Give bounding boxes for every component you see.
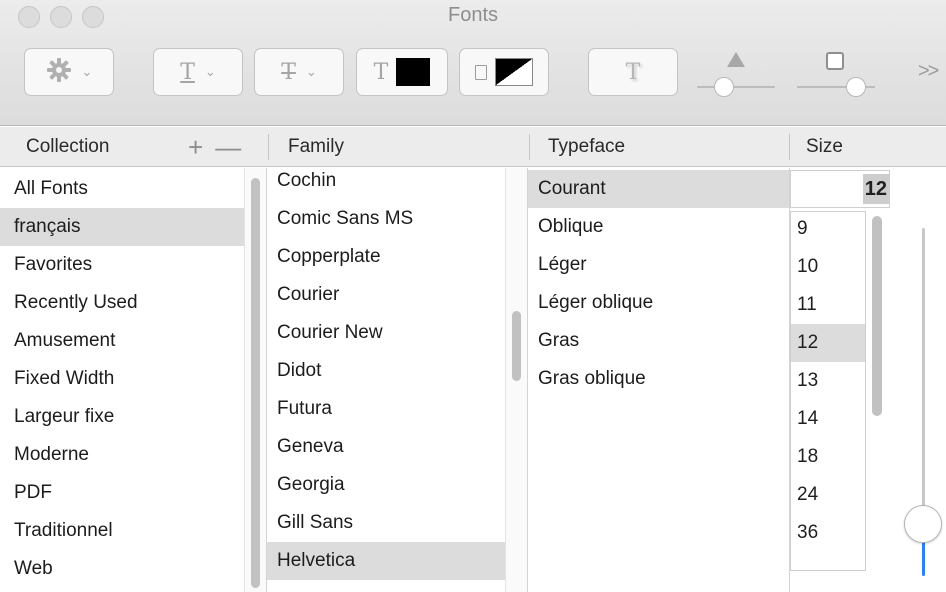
size-item[interactable]: 14 [791, 400, 865, 438]
shadow-opacity-icon [727, 52, 745, 67]
size-item[interactable]: 36 [791, 514, 865, 552]
family-item[interactable]: Courier [267, 276, 505, 314]
size-item[interactable]: 9 [791, 212, 865, 248]
underline-icon: T [180, 59, 195, 85]
document-color-button[interactable] [459, 48, 549, 96]
family-item[interactable]: Futura [267, 390, 505, 428]
text-color-icon: T [373, 59, 389, 85]
family-header[interactable]: Family [288, 127, 344, 167]
size-item[interactable]: 18 [791, 438, 865, 476]
family-item[interactable]: Didot [267, 352, 505, 390]
collection-scroll-thumb[interactable] [251, 178, 260, 588]
size-item[interactable]: 12 [791, 324, 865, 362]
shadow-opacity-slider-knob[interactable] [714, 77, 735, 97]
collection-item[interactable]: Largeur fixe [0, 398, 244, 436]
document-color-swatch [495, 58, 533, 86]
text-shadow-icon: T [625, 59, 641, 85]
typeface-item[interactable]: Léger [528, 246, 789, 284]
typeface-item[interactable]: Léger oblique [528, 284, 789, 322]
typeface-item[interactable]: Oblique [528, 208, 789, 246]
size-list[interactable]: 9 10 11 12 13 14 18 24 36 [790, 211, 866, 571]
collection-item[interactable]: Recently Used [0, 284, 244, 322]
collection-item[interactable]: Web [0, 550, 244, 588]
size-slider-knob[interactable] [904, 504, 942, 543]
family-scrollbar[interactable] [505, 168, 527, 592]
family-item[interactable]: Courier New [267, 314, 505, 352]
collection-item[interactable]: PDF [0, 474, 244, 512]
toolbar-overflow-button[interactable]: >> [918, 60, 939, 83]
collection-item[interactable]: Amusement [0, 322, 244, 360]
size-field[interactable]: 12 [790, 170, 890, 208]
size-item[interactable]: 10 [791, 248, 865, 286]
family-item[interactable]: Cochin [267, 162, 505, 200]
typeface-item[interactable]: Gras [528, 322, 789, 360]
chevron-down-icon: ⌄ [305, 64, 317, 79]
shadow-blur-slider-knob[interactable] [845, 77, 866, 97]
collection-controls: + — [188, 128, 241, 166]
collection-item[interactable]: All Fonts [0, 170, 244, 208]
strikethrough-icon: T [281, 59, 296, 85]
typeface-item[interactable]: Courant [528, 170, 789, 208]
typeface-header[interactable]: Typeface [548, 127, 625, 167]
text-color-swatch [396, 58, 431, 86]
remove-collection-button[interactable]: — [215, 132, 241, 163]
chevron-down-icon: ⌄ [81, 64, 93, 79]
window-title: Fonts [447, 4, 499, 26]
family-item[interactable]: Gill Sans [267, 504, 505, 542]
size-item[interactable]: 11 [791, 286, 865, 324]
family-scroll-thumb[interactable] [512, 311, 521, 381]
size-slider-fill [922, 539, 925, 576]
collection-scrollbar[interactable] [244, 168, 266, 592]
family-list[interactable]: Cochin Comic Sans MS Copperplate Courier Cou… [267, 168, 505, 592]
family-item[interactable]: Georgia [267, 466, 505, 504]
gear-icon [46, 57, 72, 88]
collection-item[interactable]: Moderne [0, 436, 244, 474]
family-item[interactable]: Comic Sans MS [267, 200, 505, 238]
family-item[interactable]: Geneva [267, 428, 505, 466]
chevron-down-icon: ⌄ [204, 64, 216, 79]
header-divider [529, 134, 530, 160]
add-collection-button[interactable]: + [188, 132, 203, 163]
typeface-item[interactable]: Gras oblique [528, 360, 789, 398]
collection-item[interactable]: français [0, 208, 244, 246]
size-field-value: 12 [862, 174, 889, 204]
document-icon [475, 64, 487, 80]
collection-header[interactable]: Collection [26, 127, 109, 167]
size-item[interactable]: 24 [791, 476, 865, 514]
text-color-button[interactable]: T [356, 48, 448, 96]
collection-item[interactable]: Traditionnel [0, 512, 244, 550]
shadow-opacity-track[interactable] [697, 86, 775, 88]
text-strikethrough-button[interactable]: T ⌄ [254, 48, 344, 96]
text-underline-button[interactable]: T ⌄ [153, 48, 243, 96]
text-shadow-button[interactable]: T [588, 48, 678, 96]
family-item[interactable]: Helvetica [267, 542, 505, 580]
typeface-list[interactable]: Courant Oblique Léger Léger oblique Gras Gras… [528, 168, 789, 592]
column-header-bar [0, 127, 946, 167]
shadow-blur-icon [826, 52, 844, 70]
family-item[interactable]: Copperplate [267, 238, 505, 276]
size-item[interactable]: 13 [791, 362, 865, 400]
header-divider [268, 134, 269, 160]
collection-item[interactable]: Favorites [0, 246, 244, 284]
size-header[interactable]: Size [806, 127, 843, 167]
collection-list[interactable]: All Fonts français Favorites Recently Used A… [0, 168, 244, 592]
title-toolbar: Fonts ⌄ T ⌄ T ⌄ T T >> [0, 0, 946, 126]
collection-item[interactable]: Fixed Width [0, 360, 244, 398]
action-menu-button[interactable]: ⌄ [24, 48, 114, 96]
header-divider [789, 134, 790, 160]
size-scroll-thumb[interactable] [872, 216, 882, 416]
